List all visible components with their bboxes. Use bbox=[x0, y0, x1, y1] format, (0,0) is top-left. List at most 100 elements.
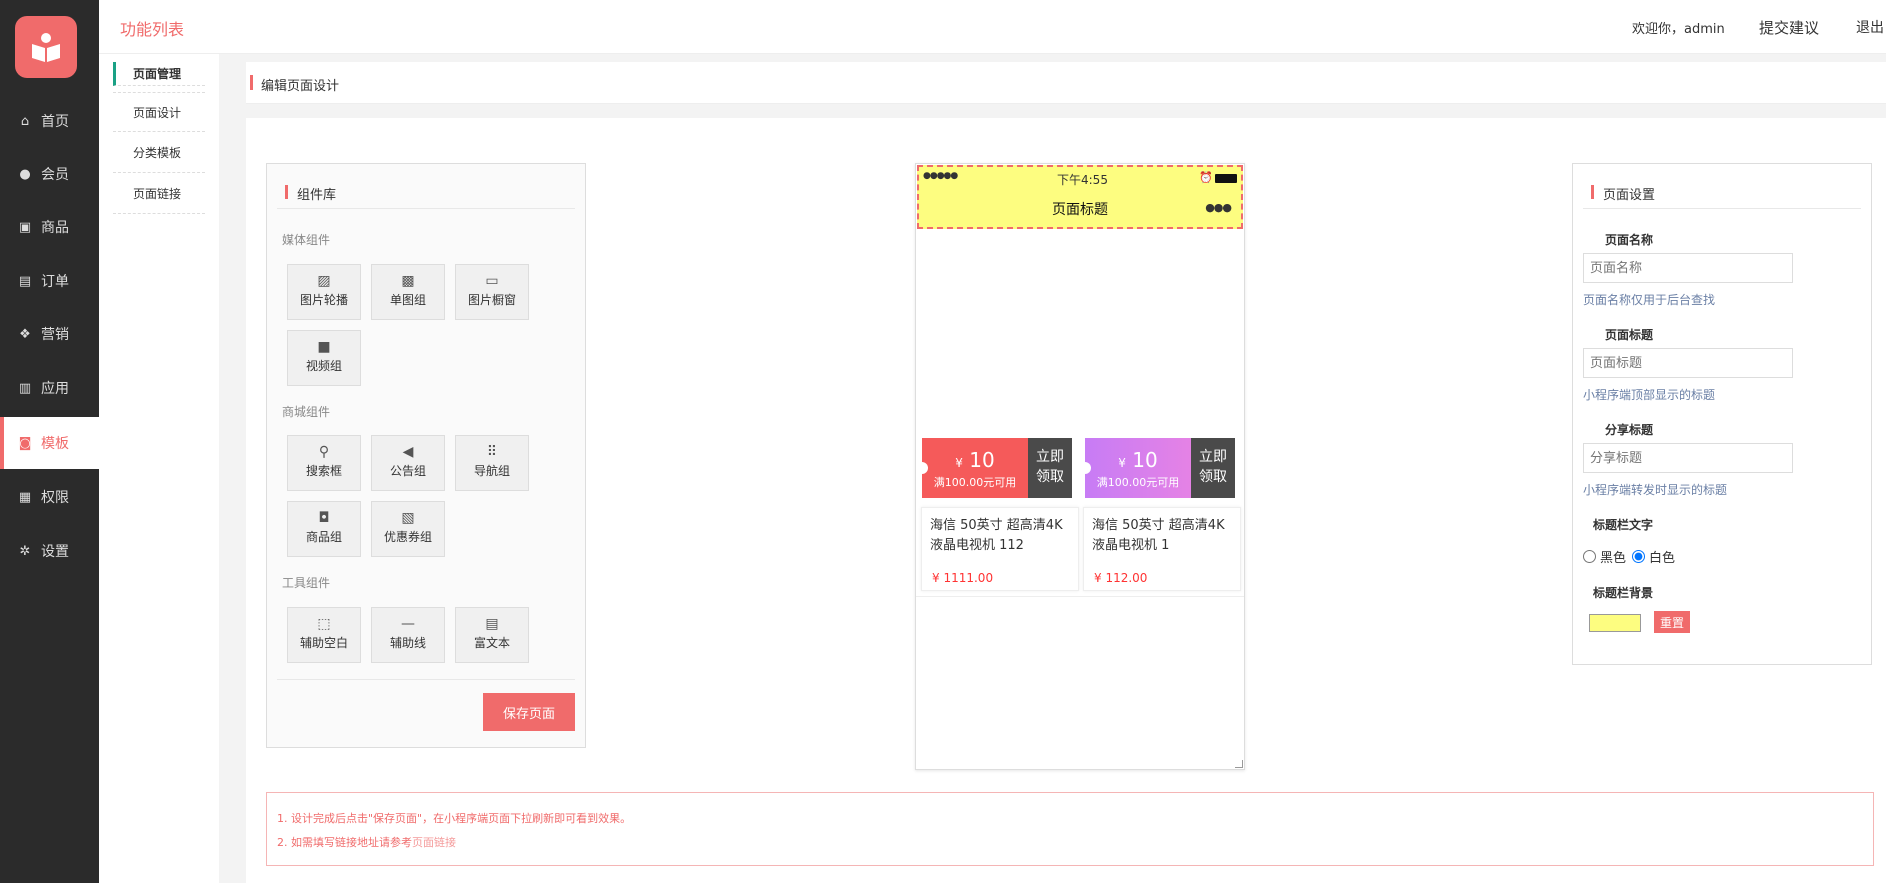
sidebar-item-label: 订单 bbox=[41, 274, 69, 290]
signal-icon: ●●●●● bbox=[923, 171, 958, 181]
component-image-window[interactable]: ▭ 图片橱窗 bbox=[455, 264, 529, 320]
reset-button[interactable]: 重置 bbox=[1654, 611, 1690, 633]
sidebar-item-permission[interactable]: ▦ 权限 bbox=[0, 471, 99, 523]
goods-card[interactable]: 海信 50英寸 超高清4K 液晶电视机 112 ¥ 1111.00 bbox=[921, 507, 1079, 591]
group-label-media: 媒体组件 bbox=[282, 233, 331, 247]
divider bbox=[277, 679, 575, 680]
settings-title: 页面设置 bbox=[1591, 184, 1655, 203]
image-icon: ▩ bbox=[401, 273, 415, 289]
dashed-square-icon: ⬚ bbox=[317, 616, 331, 632]
sidebar-item-apps[interactable]: ▥ 应用 bbox=[0, 362, 99, 414]
component-label: 图片橱窗 bbox=[467, 293, 516, 307]
sidebar-item-label: 商品 bbox=[41, 220, 69, 236]
coupon-currency: ¥ bbox=[955, 456, 963, 470]
component-coupon[interactable]: ▧ 优惠券组 bbox=[371, 501, 445, 557]
goods-name: 海信 50英寸 超高清4K 液晶电视机 112 bbox=[930, 518, 1063, 553]
logo[interactable] bbox=[15, 16, 77, 78]
sidebar-item-home[interactable]: ⌂ 首页 bbox=[0, 95, 99, 147]
component-search[interactable]: ⚲ 搜索框 bbox=[287, 435, 361, 491]
camera-icon: ◙ bbox=[18, 435, 32, 451]
sidebar-item-label: 设置 bbox=[41, 544, 69, 560]
share-title-label: 分享标题 bbox=[1605, 423, 1654, 437]
share-title-input[interactable] bbox=[1583, 443, 1793, 473]
logout-link[interactable]: 退出 bbox=[1856, 17, 1884, 37]
page-title-input[interactable] bbox=[1583, 348, 1793, 378]
component-carousel[interactable]: ▨ 图片轮播 bbox=[287, 264, 361, 320]
component-blank[interactable]: ⬚ 辅助空白 bbox=[287, 607, 361, 663]
page-link[interactable]: 页面链接 bbox=[412, 836, 456, 849]
goods-card[interactable]: 海信 50英寸 超高清4K 液晶电视机 1 ¥ 112.00 bbox=[1083, 507, 1241, 591]
sidebar-item-label: 首页 bbox=[41, 114, 69, 130]
component-label: 富文本 bbox=[473, 636, 510, 650]
phone-preview: ●●●●● 下午4:55 ⏰ 页面标题 ●●● ¥ 10 满100.00元可用 … bbox=[915, 163, 1245, 770]
component-line[interactable]: — 辅助线 bbox=[371, 607, 445, 663]
title-text-color-options: 黑色 白色 bbox=[1583, 547, 1675, 566]
radio-black[interactable] bbox=[1583, 550, 1596, 563]
welcome-text: 欢迎你，admin bbox=[1632, 22, 1725, 37]
minus-icon: — bbox=[401, 616, 415, 632]
notes-box: 1. 设计完成后点击"保存页面"，在小程序端页面下拉刷新即可看到效果。 2. 如… bbox=[266, 792, 1874, 866]
breadcrumb-marker bbox=[250, 75, 253, 90]
status-time: 下午4:55 bbox=[1057, 173, 1108, 187]
sub-nav: 页面管理 页面设计 分类模板 页面链接 bbox=[99, 54, 219, 883]
coupon-card[interactable]: ¥ 10 满100.00元可用 立即 领取 bbox=[1079, 438, 1235, 498]
page-name-input[interactable] bbox=[1583, 253, 1793, 283]
component-video[interactable]: ■ 视频组 bbox=[287, 330, 361, 386]
grid-icon: ⠿ bbox=[486, 444, 498, 460]
window-icon: ▭ bbox=[485, 273, 499, 289]
bg-color-picker[interactable] bbox=[1589, 614, 1641, 632]
left-sidebar: ⌂ 首页 ● 会员 ▣ 商品 ▤ 订单 ❖ 营销 ▥ 应用 ◙ 模板 ▦ 权限 ✲ 设置 bbox=[0, 0, 99, 883]
radio-white[interactable] bbox=[1632, 550, 1646, 563]
breadcrumb: 编辑页面设计 bbox=[246, 62, 1886, 104]
clipboard-icon: ▤ bbox=[485, 616, 499, 632]
video-icon: ■ bbox=[317, 339, 331, 355]
gear-icon: ✲ bbox=[19, 543, 31, 559]
component-label: 导航组 bbox=[473, 464, 510, 478]
save-page-button[interactable]: 保存页面 bbox=[483, 693, 575, 731]
sidebar-item-template[interactable]: ◙ 模板 bbox=[0, 417, 99, 469]
subnav-header: 页面管理 bbox=[113, 62, 205, 86]
page-title: 功能列表 bbox=[120, 20, 185, 39]
more-icon: ●●● bbox=[1205, 201, 1232, 214]
divider bbox=[1583, 208, 1861, 209]
home-icon: ⌂ bbox=[20, 113, 30, 129]
sidebar-item-marketing[interactable]: ❖ 营销 bbox=[0, 308, 99, 360]
coupon-claim-button[interactable]: 立即 领取 bbox=[1028, 438, 1072, 498]
coupon-card[interactable]: ¥ 10 满100.00元可用 立即 领取 bbox=[916, 438, 1072, 498]
top-bar: 功能列表 欢迎你，admin 提交建议 退出 bbox=[99, 0, 1886, 54]
component-single-image[interactable]: ▩ 单图组 bbox=[371, 264, 445, 320]
sidebar-item-member[interactable]: ● 会员 bbox=[0, 148, 99, 200]
coupon-claim-button[interactable]: 立即 领取 bbox=[1191, 438, 1235, 498]
sidebar-item-order[interactable]: ▤ 订单 bbox=[0, 255, 99, 307]
title-text-color-label: 标题栏文字 bbox=[1593, 518, 1654, 532]
component-rich-text[interactable]: ▤ 富文本 bbox=[455, 607, 529, 663]
component-goods[interactable]: ◘ 商品组 bbox=[287, 501, 361, 557]
coupon-amount: 10 bbox=[1132, 448, 1158, 472]
phone-header[interactable]: ●●●●● 下午4:55 ⏰ 页面标题 ●●● bbox=[917, 165, 1243, 229]
note-text: 2. 如需填写链接地址请参考 bbox=[277, 836, 412, 849]
component-notice[interactable]: ◀ 公告组 bbox=[371, 435, 445, 491]
component-library: 组件库 媒体组件 ▨ 图片轮播 ▩ 单图组 ▭ 图片橱窗 ■ 视频组 商城组件 ⚲ 搜索框… bbox=[266, 163, 586, 748]
note-line-2: 2. 如需填写链接地址请参考页面链接 bbox=[277, 834, 456, 850]
sidebar-item-settings[interactable]: ✲ 设置 bbox=[0, 525, 99, 577]
id-badge-icon: ▦ bbox=[18, 489, 32, 505]
suggest-link[interactable]: 提交建议 bbox=[1759, 17, 1819, 38]
component-label: 辅助线 bbox=[389, 636, 426, 650]
resize-handle-icon[interactable] bbox=[1235, 760, 1243, 768]
subnav-item-category-template[interactable]: 分类模板 bbox=[113, 133, 205, 173]
goods-price: ¥ 112.00 bbox=[1094, 571, 1148, 585]
sidebar-item-goods[interactable]: ▣ 商品 bbox=[0, 201, 99, 253]
subnav-item-page-design[interactable]: 页面设计 bbox=[113, 92, 205, 132]
subnav-item-page-link[interactable]: 页面链接 bbox=[113, 174, 205, 214]
page-settings: 页面设置 页面名称 页面名称仅用于后台查找 页面标题 小程序端顶部显示的标题 分… bbox=[1572, 163, 1872, 665]
alarm-icon: ⏰ bbox=[1199, 171, 1213, 184]
component-label: 商品组 bbox=[305, 530, 342, 544]
sidebar-item-label: 权限 bbox=[41, 490, 69, 506]
radio-white-label: 白色 bbox=[1649, 551, 1676, 566]
coupon-currency: ¥ bbox=[1118, 456, 1126, 470]
component-nav[interactable]: ⠿ 导航组 bbox=[455, 435, 529, 491]
coupon-icon: ▧ bbox=[401, 510, 415, 526]
book-icon bbox=[32, 33, 60, 62]
library-title: 组件库 bbox=[285, 184, 336, 203]
component-label: 搜索框 bbox=[305, 464, 342, 478]
